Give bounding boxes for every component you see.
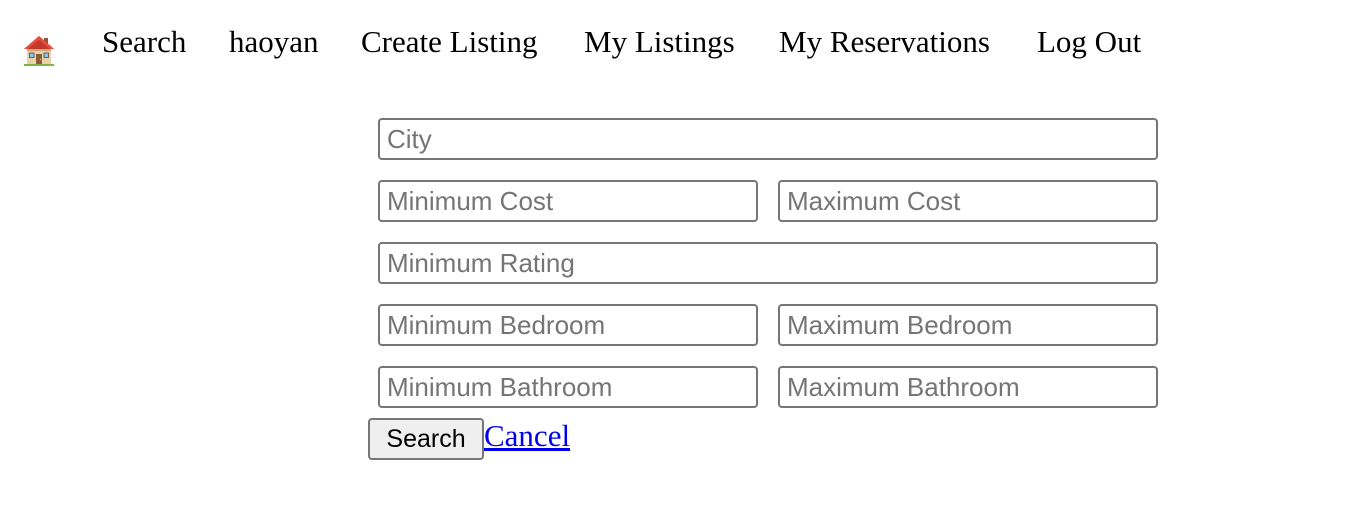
search-button[interactable]: Search: [368, 418, 484, 460]
maximum-cost-input[interactable]: [778, 180, 1158, 222]
top-nav: Search haoyan Create Listing My Listings…: [0, 0, 1372, 90]
minimum-bathroom-input[interactable]: [378, 366, 758, 408]
minimum-bedroom-input[interactable]: [378, 304, 758, 346]
minimum-rating-input[interactable]: [378, 242, 1158, 284]
cancel-link[interactable]: Cancel: [484, 416, 570, 456]
nav-search-link[interactable]: Search: [102, 22, 186, 62]
nav-log-out-link[interactable]: Log Out: [1037, 22, 1141, 62]
nav-my-reservations-link[interactable]: My Reservations: [779, 22, 990, 62]
city-input[interactable]: [378, 118, 1158, 160]
house-icon-graphic: [24, 36, 54, 66]
maximum-bedroom-input[interactable]: [778, 304, 1158, 346]
maximum-bathroom-input[interactable]: [778, 366, 1158, 408]
nav-my-listings-link[interactable]: My Listings: [584, 22, 735, 62]
nav-username-link[interactable]: haoyan: [229, 22, 319, 62]
nav-create-listing-link[interactable]: Create Listing: [361, 22, 537, 62]
minimum-cost-input[interactable]: [378, 180, 758, 222]
house-icon[interactable]: [22, 33, 56, 67]
